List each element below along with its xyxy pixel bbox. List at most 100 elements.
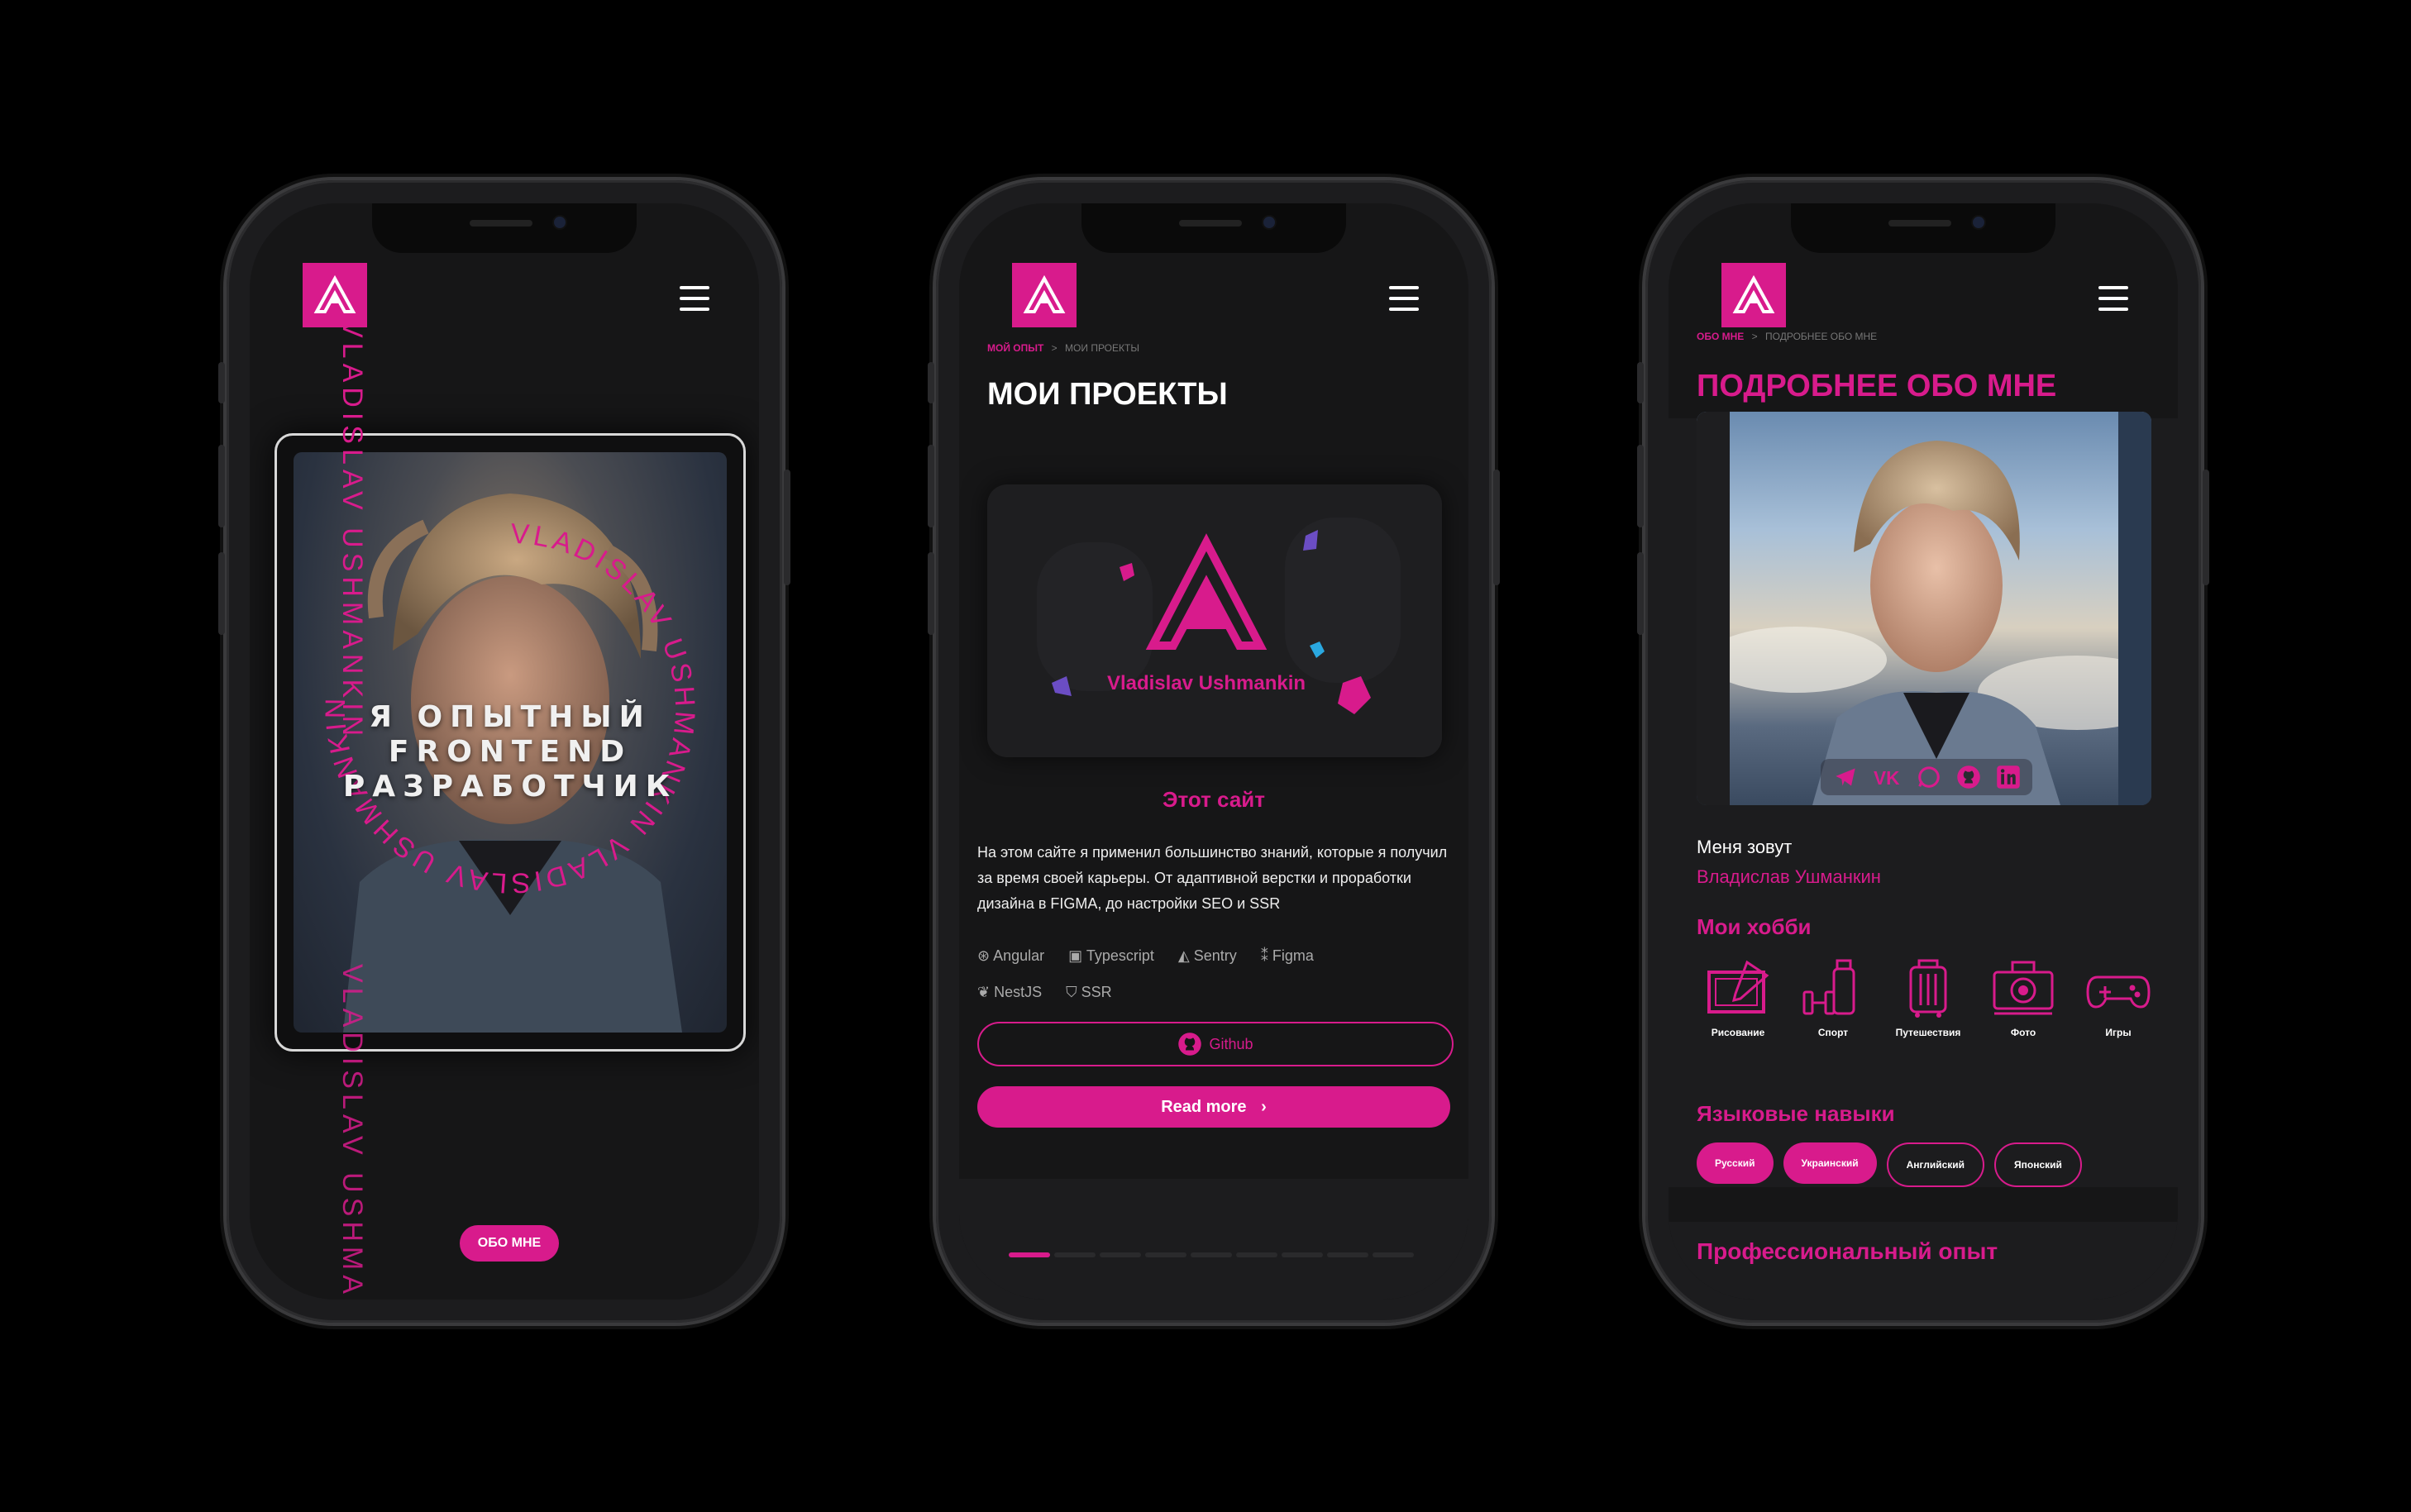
breadcrumb-current: ПОДРОБНЕЕ ОБО МНЕ (1765, 331, 1878, 342)
github-button-label: Github (1209, 1035, 1253, 1052)
github-icon (1178, 1033, 1202, 1056)
read-more-label: Read more (1161, 1097, 1247, 1116)
breadcrumb-parent[interactable]: МОЙ ОПЫТ (987, 342, 1043, 354)
breadcrumb: ОБО МНЕ > ПОДРОБНЕЕ ОБО МНЕ (1697, 331, 1877, 342)
notch (372, 203, 637, 253)
hobbies-list: Рисование Спорт Путешествия Фото Игры (1697, 959, 2160, 1038)
about-me-button[interactable]: ОБО МНЕ (460, 1225, 559, 1262)
logo-icon (1732, 275, 1775, 313)
breadcrumb-parent[interactable]: ОБО МНЕ (1697, 331, 1744, 342)
logo[interactable] (1721, 263, 1786, 327)
typescript-icon: ▣ (1068, 947, 1083, 964)
phone-frame-projects: МОЙ ОПЫТ > МОИ ПРОЕКТЫ МОИ ПРОЕКТЫ Vladi… (928, 180, 1500, 1323)
breadcrumb-separator: > (1751, 331, 1758, 342)
project-preview-image: Vladislav Ushmankin (1037, 518, 1401, 714)
hobby-photo: Фото (1982, 959, 2065, 1038)
linkedin-icon[interactable] (1996, 765, 2021, 789)
read-more-button[interactable]: Read more › (977, 1086, 1450, 1128)
notch (1791, 203, 2055, 253)
logo-icon (1023, 275, 1066, 313)
tag-figma: ⁑ Figma (1260, 947, 1314, 964)
vertical-name-text-bottom: VLADISLAV USHMANK (337, 964, 368, 1300)
project-description: На этом сайте я применил большинство зна… (977, 844, 1448, 912)
tag-sentry: ◭ Sentry (1177, 947, 1237, 964)
figma-icon: ⁑ (1260, 947, 1268, 964)
carousel-dot[interactable] (1145, 1252, 1186, 1257)
experience-title: Профессиональный опыт (1697, 1238, 1998, 1264)
tag-ssr: ⛉ SSR (1066, 984, 1112, 1000)
logo[interactable] (1012, 263, 1077, 327)
breadcrumb: МОЙ ОПЫТ > МОИ ПРОЕКТЫ (987, 342, 1139, 354)
notch (1081, 203, 1346, 253)
tag-typescript: ▣ Typescript (1068, 947, 1154, 964)
logo-icon (313, 275, 356, 313)
hero-title-line-3: РАЗРАБОТЧИК (342, 770, 678, 804)
tag-nestjs: ❦ NestJS (977, 984, 1043, 1000)
page-title: МОИ ПРОЕКТЫ (987, 377, 1228, 412)
camera-icon (554, 217, 566, 228)
sentry-icon: ◭ (1177, 947, 1190, 964)
profile-photo: VK (1697, 412, 2151, 805)
languages-list: Русский Украинский Английский Японский (1697, 1142, 2082, 1187)
menu-icon[interactable] (2098, 286, 2128, 311)
tech-tags: ⊛ Angular ▣ Typescript ◭ Sentry ⁑ Figma … (977, 937, 1440, 1010)
github-button[interactable]: Github (977, 1022, 1454, 1066)
tag-angular: ⊛ Angular (977, 947, 1045, 964)
hobby-games: Игры (2077, 959, 2160, 1038)
breadcrumb-current: МОИ ПРОЕКТЫ (1065, 342, 1139, 354)
dumbbell-bottle-icon (1802, 959, 1855, 1015)
carousel-dot[interactable] (1282, 1252, 1323, 1257)
vk-icon[interactable]: VK (1874, 766, 1902, 789)
page-title: ПОДРОБНЕЕ ОБО МНЕ (1697, 369, 2057, 403)
carousel-dot[interactable] (1327, 1252, 1368, 1257)
about-screen: ОБО МНЕ > ПОДРОБНЕЕ ОБО МНЕ ПОДРОБНЕЕ ОБ… (1669, 203, 2178, 1300)
hobby-travel: Путешествия (1887, 959, 1969, 1038)
carousel-pagination[interactable] (1009, 1247, 1414, 1262)
project-name: Этот сайт (1162, 787, 1266, 812)
carousel-dot[interactable] (1236, 1252, 1277, 1257)
whatsapp-icon[interactable] (1917, 765, 1941, 789)
portrait-illustration (1697, 412, 2151, 805)
carousel-dot-active[interactable] (1009, 1252, 1050, 1257)
telegram-icon[interactable] (1832, 766, 1859, 789)
hobbies-title: Мои хобби (1697, 914, 1812, 939)
hobby-sport: Спорт (1792, 959, 1874, 1038)
social-links: VK (1821, 759, 2032, 795)
name-label: Меня зовут (1697, 837, 1793, 857)
carousel-dot[interactable] (1191, 1252, 1232, 1257)
logo[interactable] (303, 263, 367, 327)
camera-icon (1263, 217, 1275, 228)
menu-icon[interactable] (680, 286, 709, 311)
breadcrumb-separator: > (1051, 342, 1057, 354)
name-value: Владислав Ушманкин (1697, 866, 1881, 887)
gamepad-icon (2086, 975, 2151, 1009)
menu-icon[interactable] (1389, 286, 1419, 311)
language-chip-english[interactable]: Английский (1886, 1142, 1985, 1187)
phone-frame-home: VLADISLAV USHMANKIN VLADISLAV USHMANKIN … (218, 180, 790, 1323)
carousel-dot[interactable] (1373, 1252, 1414, 1257)
nestjs-icon: ❦ (977, 984, 991, 1000)
vertical-name-text: VLADISLAV USHMANKIN (337, 319, 368, 742)
language-chip-japanese[interactable]: Японский (1994, 1142, 2082, 1187)
angular-icon: ⊛ (977, 947, 991, 964)
camera-icon (1973, 217, 1984, 228)
home-screen: VLADISLAV USHMANKIN VLADISLAV USHMANKIN … (250, 203, 759, 1300)
carousel-dot[interactable] (1054, 1252, 1096, 1257)
phone-frame-about: ОБО МНЕ > ПОДРОБНЕЕ ОБО МНЕ ПОДРОБНЕЕ ОБ… (1637, 180, 2209, 1323)
projects-screen: МОЙ ОПЫТ > МОИ ПРОЕКТЫ МОИ ПРОЕКТЫ Vladi… (959, 203, 1468, 1300)
hobby-drawing: Рисование (1697, 959, 1779, 1038)
drawing-tablet-icon (1707, 960, 1769, 1014)
project-preview-card[interactable]: Vladislav Ushmankin (987, 484, 1442, 757)
suitcase-icon (1909, 959, 1947, 1018)
camera-icon (1993, 961, 2054, 1015)
card-brand-text: Vladislav Ushmankin (1107, 672, 1306, 694)
carousel-dot[interactable] (1100, 1252, 1141, 1257)
language-chip-russian[interactable]: Русский (1697, 1142, 1774, 1184)
github-icon[interactable] (1956, 765, 1981, 789)
next-section (959, 1179, 1468, 1300)
languages-title: Языковые навыки (1697, 1101, 1895, 1126)
language-chip-ukrainian[interactable]: Украинский (1783, 1142, 1877, 1184)
shield-icon: ⛉ (1066, 984, 1077, 1000)
chevron-right-icon: › (1261, 1097, 1267, 1116)
svg-text:VK: VK (1874, 767, 1900, 789)
